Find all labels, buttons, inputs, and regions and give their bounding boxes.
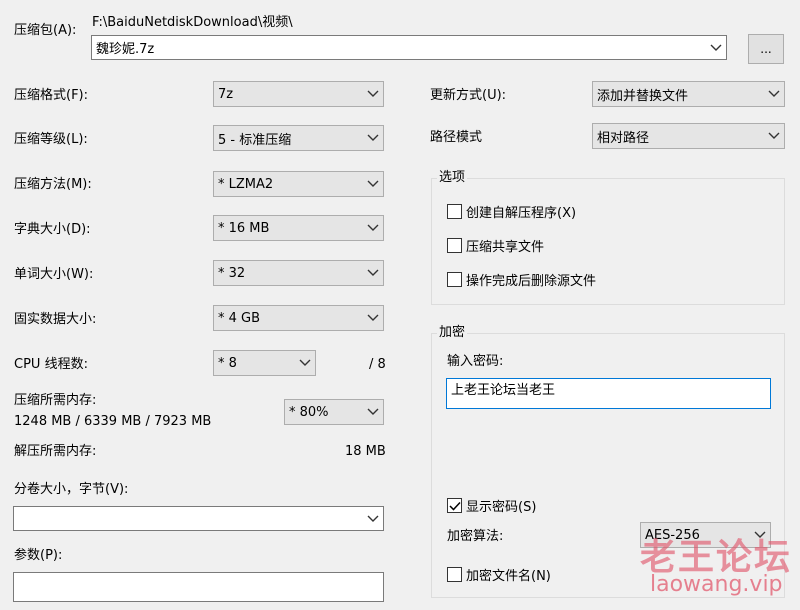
pathmode-value: 相对路径 — [597, 130, 650, 146]
level-select[interactable]: 5 - 标准压缩 — [213, 125, 384, 151]
format-label: 压缩格式(F): — [14, 88, 89, 103]
solid-select[interactable]: * 4 GB — [213, 305, 384, 331]
format-select[interactable]: 7z — [213, 81, 384, 107]
pathmode-select[interactable]: 相对路径 — [592, 123, 785, 149]
chevron-down-icon — [363, 306, 383, 330]
dict-value: * 16 MB — [218, 220, 270, 236]
encryption-title: 加密 — [437, 325, 468, 341]
word-select[interactable]: * 32 — [213, 260, 384, 286]
level-label: 压缩等级(L): — [14, 132, 88, 147]
delete-source-checkbox[interactable]: 操作完成后删除源文件 — [447, 270, 596, 289]
mem-detail: 1248 MB / 6339 MB / 7923 MB — [14, 414, 212, 429]
volume-label: 分卷大小，字节(V): — [14, 482, 129, 497]
pathmode-label: 路径模式 — [430, 130, 483, 145]
dict-select[interactable]: * 16 MB — [213, 215, 384, 241]
checkbox-box[interactable] — [447, 204, 462, 219]
method-value: * LZMA2 — [218, 176, 274, 192]
chevron-down-icon — [764, 124, 784, 148]
mem-label: 压缩所需内存: — [14, 393, 97, 408]
decomp-value: 18 MB — [345, 444, 386, 459]
params-input[interactable] — [13, 572, 384, 602]
password-input[interactable]: 上老王论坛当老王 — [446, 378, 771, 409]
method-label: 压缩方法(M): — [14, 177, 92, 192]
checkbox-box[interactable] — [447, 272, 462, 287]
options-title: 选项 — [437, 170, 468, 186]
sfx-label: 创建自解压程序(X) — [466, 206, 577, 221]
delete-source-label: 操作完成后删除源文件 — [466, 274, 597, 289]
watermark-url: laowang.vip — [650, 572, 783, 597]
threads-select[interactable]: * 8 — [213, 350, 316, 376]
show-password-checkbox[interactable]: 显示密码(S) — [447, 496, 536, 515]
update-label: 更新方式(U): — [430, 88, 507, 103]
chevron-down-icon[interactable] — [363, 507, 383, 530]
archive-filename: 魏珍妮.7z — [96, 42, 155, 57]
archive-path: F:\BaiduNetdiskDownload\视频\ — [92, 15, 293, 30]
password-label: 输入密码: — [447, 354, 504, 369]
method-select[interactable]: * LZMA2 — [213, 171, 384, 197]
checkmark-icon — [448, 501, 461, 511]
format-value: 7z — [218, 86, 234, 102]
show-password-label: 显示密码(S) — [466, 500, 537, 515]
dict-label: 字典大小(D): — [14, 222, 91, 237]
chevron-down-icon — [764, 82, 784, 106]
solid-label: 固实数据大小: — [14, 312, 97, 327]
browse-button[interactable]: ... — [748, 34, 784, 64]
update-select[interactable]: 添加并替换文件 — [592, 81, 785, 107]
chevron-down-icon — [363, 126, 383, 150]
threads-value: * 8 — [218, 355, 237, 371]
chevron-down-icon — [363, 400, 383, 424]
sfx-checkbox[interactable]: 创建自解压程序(X) — [447, 202, 576, 221]
threads-max: / 8 — [369, 357, 386, 372]
shared-checkbox[interactable]: 压缩共享文件 — [447, 236, 544, 255]
algo-label: 加密算法: — [447, 529, 504, 544]
mem-value: * 80% — [289, 404, 329, 420]
solid-value: * 4 GB — [218, 310, 261, 326]
checkbox-box[interactable] — [447, 238, 462, 253]
params-label: 参数(P): — [14, 548, 63, 563]
archive-label: 压缩包(A): — [14, 23, 77, 38]
shared-label: 压缩共享文件 — [466, 240, 545, 255]
chevron-down-icon — [363, 261, 383, 285]
encrypt-names-checkbox[interactable]: 加密文件名(N) — [447, 565, 551, 584]
archive-filename-combo[interactable]: 魏珍妮.7z — [91, 35, 727, 60]
decomp-label: 解压所需内存: — [14, 444, 97, 459]
threads-label: CPU 线程数: — [14, 357, 88, 372]
checkbox-box[interactable] — [447, 567, 462, 582]
level-value: 5 - 标准压缩 — [218, 132, 292, 148]
checkbox-box[interactable] — [447, 498, 462, 513]
volume-combo[interactable] — [13, 506, 384, 531]
chevron-down-icon — [363, 172, 383, 196]
chevron-down-icon — [363, 82, 383, 106]
mem-select[interactable]: * 80% — [284, 399, 384, 425]
word-label: 单词大小(W): — [14, 267, 94, 282]
chevron-down-icon — [295, 351, 315, 375]
update-value: 添加并替换文件 — [597, 88, 689, 104]
encrypt-names-label: 加密文件名(N) — [466, 569, 551, 584]
chevron-down-icon — [363, 216, 383, 240]
chevron-down-icon[interactable] — [706, 36, 726, 59]
word-value: * 32 — [218, 265, 246, 281]
